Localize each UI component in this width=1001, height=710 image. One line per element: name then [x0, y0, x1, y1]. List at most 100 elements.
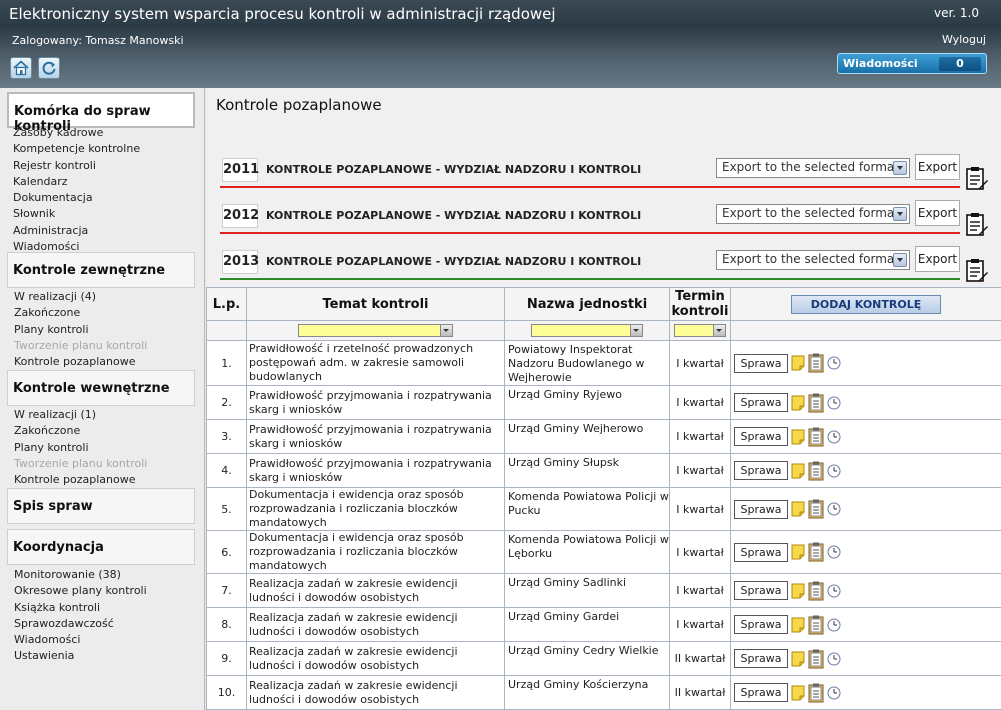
logout-link[interactable]: Wyloguj	[942, 33, 986, 46]
case-button[interactable]: Sprawa	[734, 649, 788, 668]
sidebar-item-w-realizacji[interactable]: W realizacji (4)	[14, 289, 147, 305]
messages-count: 0	[939, 57, 981, 71]
clock-icon[interactable]	[827, 545, 841, 559]
clipboard-icon[interactable]	[808, 499, 824, 519]
home-icon	[13, 60, 29, 76]
sidebar-item-ksiazka-kontroli[interactable]: Książka kontroli	[14, 600, 147, 616]
clipboard-icon[interactable]	[808, 353, 824, 373]
sidebar-section-komorka[interactable]: Komórka do spraw kontroli	[7, 92, 195, 134]
clipboard-list-icon[interactable]	[965, 258, 989, 284]
note-icon[interactable]	[791, 429, 805, 445]
row-lp: 8.	[206, 607, 247, 642]
sidebar-item-kompetencje[interactable]: Kompetencje kontrolne	[13, 141, 140, 157]
note-icon[interactable]	[791, 583, 805, 599]
clipboard-icon[interactable]	[808, 649, 824, 669]
sidebar-item-monitorowanie[interactable]: Monitorowanie (38)	[14, 567, 147, 583]
sidebar-section-kontrole-zewnetrzne[interactable]: Kontrole zewnętrzne	[7, 252, 195, 288]
sidebar-section-koordynacja[interactable]: Koordynacja	[7, 529, 195, 565]
table-body: 1. Prawidłowość i rzetelność prowadzonych…	[206, 340, 1001, 710]
filter-term-select[interactable]	[674, 324, 726, 338]
note-icon[interactable]	[791, 651, 805, 667]
clipboard-icon[interactable]	[808, 581, 824, 601]
sidebar-item-rejestr[interactable]: Rejestr kontroli	[13, 158, 140, 174]
refresh-button[interactable]	[38, 57, 60, 79]
case-button[interactable]: Sprawa	[734, 427, 788, 446]
sidebar-item-sprawozdawczosc[interactable]: Sprawozdawczość	[14, 616, 147, 632]
sidebar-section-spis-spraw[interactable]: Spis spraw	[7, 488, 195, 524]
sidebar-item-tworzenie-planu: Tworzenie planu kontroli	[14, 338, 148, 352]
filter-empty	[206, 320, 247, 341]
sidebar-item-zasoby-kadrowe[interactable]: Zasoby kadrowe	[13, 125, 140, 141]
clock-icon[interactable]	[827, 686, 841, 700]
sidebar-item-plany-kontroli[interactable]: Plany kontroli	[14, 322, 147, 338]
sidebar-item-administracja[interactable]: Administracja	[13, 223, 140, 239]
sidebar-item-w-realizacji-wew[interactable]: W realizacji (1)	[14, 407, 147, 423]
sidebar-item-dokumentacja[interactable]: Dokumentacja	[13, 190, 140, 206]
sidebar-item-okresowe-plany[interactable]: Okresowe plany kontroli	[14, 583, 147, 599]
clock-icon[interactable]	[827, 618, 841, 632]
case-button[interactable]: Sprawa	[734, 542, 788, 562]
messages-widget[interactable]: Wiadomości 0	[837, 53, 987, 74]
export-button[interactable]: Export	[915, 154, 960, 180]
case-button[interactable]: Sprawa	[734, 393, 788, 412]
filter-topic-select[interactable]	[298, 324, 453, 338]
export-format-select[interactable]: Export to the selected format	[716, 250, 910, 270]
clipboard-list-icon[interactable]	[965, 212, 989, 238]
clock-icon[interactable]	[827, 356, 841, 370]
clock-icon[interactable]	[827, 430, 841, 444]
clock-icon[interactable]	[827, 396, 841, 410]
clock-icon[interactable]	[827, 652, 841, 666]
sidebar-item-kontrole-pozaplanowe[interactable]: Kontrole pozaplanowe	[14, 354, 147, 370]
note-icon[interactable]	[791, 685, 805, 701]
case-button[interactable]: Sprawa	[734, 615, 788, 634]
case-button[interactable]: Sprawa	[734, 581, 788, 600]
clock-icon[interactable]	[827, 502, 841, 516]
sidebar-item-kontrole-pozaplanowe-wew[interactable]: Kontrole pozaplanowe	[14, 472, 147, 488]
add-control-button[interactable]: DODAJ KONTROLĘ	[791, 294, 941, 314]
case-button[interactable]: Sprawa	[734, 683, 788, 702]
divider-line	[220, 232, 960, 234]
clock-icon[interactable]	[827, 584, 841, 598]
row-unit: Urząd Gminy Sadlinki	[504, 573, 670, 608]
sidebar-item-zakonczone[interactable]: Zakończone	[14, 305, 147, 321]
clipboard-icon[interactable]	[808, 427, 824, 447]
note-icon[interactable]	[791, 544, 805, 560]
note-icon[interactable]	[791, 395, 805, 411]
filter-unit-select[interactable]	[531, 324, 643, 338]
case-button[interactable]: Sprawa	[734, 353, 788, 373]
row-actions: Sprawa	[730, 340, 1001, 386]
sidebar-section-kontrole-wewnetrzne[interactable]: Kontrole wewnętrzne	[7, 370, 195, 406]
clipboard-icon[interactable]	[808, 683, 824, 703]
export-button[interactable]: Export	[915, 200, 960, 226]
sidebar-item-wiadomosci-koord[interactable]: Wiadomości	[14, 632, 147, 648]
export-format-select[interactable]: Export to the selected format	[716, 204, 910, 224]
row-term: I kwartał	[669, 385, 731, 420]
app-version: ver. 1.0	[933, 6, 979, 20]
note-icon[interactable]	[791, 463, 805, 479]
sidebar-item-kalendarz[interactable]: Kalendarz	[13, 174, 140, 190]
filter-term-cell	[669, 320, 731, 341]
row-unit: Urząd Gminy Gardei	[504, 607, 670, 642]
sidebar-item-zakonczone-wew[interactable]: Zakończone	[14, 423, 147, 439]
case-button[interactable]: Sprawa	[734, 461, 788, 480]
clipboard-icon[interactable]	[808, 615, 824, 635]
sidebar-item-ustawienia[interactable]: Ustawienia	[14, 648, 147, 664]
clipboard-icon[interactable]	[808, 393, 824, 413]
sidebar-item-plany-kontroli-wew[interactable]: Plany kontroli	[14, 440, 147, 456]
note-icon[interactable]	[791, 501, 805, 517]
clipboard-icon[interactable]	[808, 461, 824, 481]
sidebar-list-koordynacja: Monitorowanie (38) Okresowe plany kontro…	[14, 567, 147, 665]
table-row: 3. Prawidłowość przyjmowania i rozpatrywa…	[206, 419, 1001, 454]
clipboard-list-icon[interactable]	[965, 166, 989, 192]
sidebar-item-slownik[interactable]: Słownik	[13, 206, 140, 222]
export-format-select[interactable]: Export to the selected format	[716, 158, 910, 178]
home-button[interactable]	[10, 57, 32, 79]
clock-icon[interactable]	[827, 464, 841, 478]
export-button[interactable]: Export	[915, 246, 960, 272]
app-header: Elektroniczny system wsparcia procesu ko…	[0, 0, 1001, 88]
year-row-2013: 2013 KONTROLE POZAPLANOWE - WYDZIAŁ NADZ…	[220, 246, 960, 280]
note-icon[interactable]	[791, 355, 805, 371]
case-button[interactable]: Sprawa	[734, 499, 788, 519]
clipboard-icon[interactable]	[808, 542, 824, 562]
note-icon[interactable]	[791, 617, 805, 633]
